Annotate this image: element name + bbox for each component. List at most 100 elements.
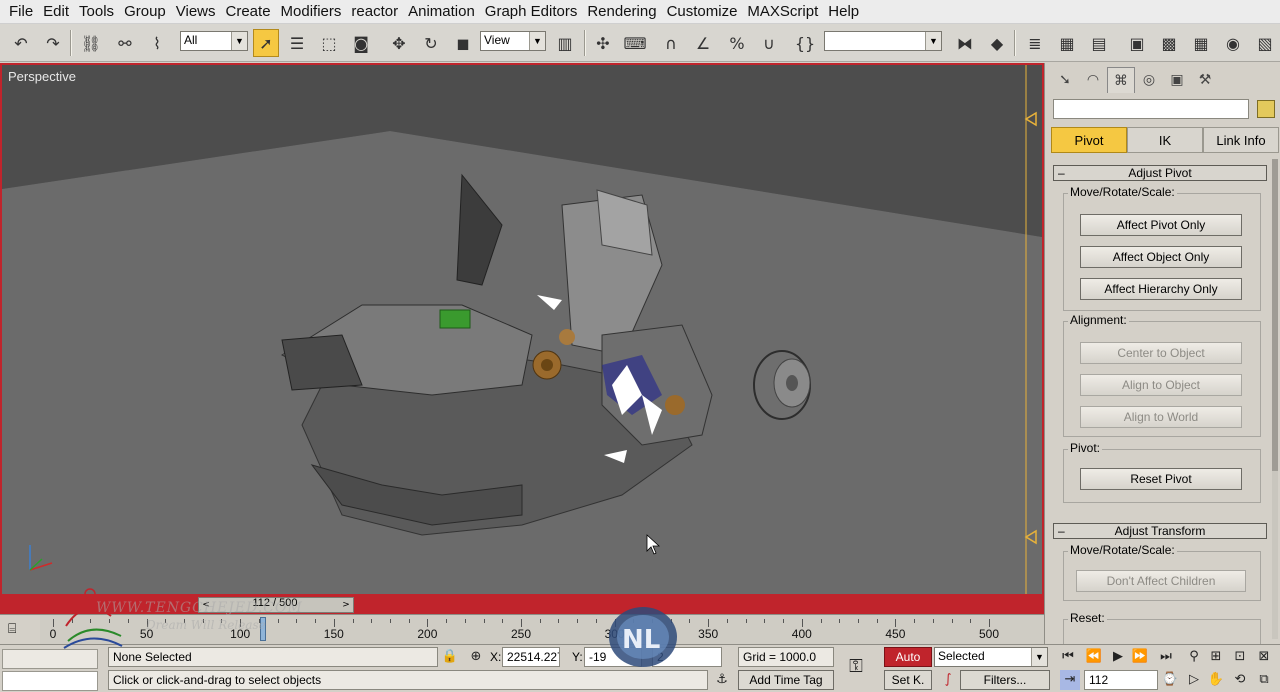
undo-icon[interactable]: ↶ [8, 29, 34, 57]
rect-region-icon[interactable]: ⬚ [316, 29, 342, 57]
zoom-extents-icon[interactable]: ⊡ [1230, 647, 1250, 667]
key-mode-icon[interactable]: ⇥ [1060, 670, 1080, 690]
render-last-icon[interactable]: ▧ [1252, 29, 1278, 57]
orbit-icon[interactable]: ⟲ [1230, 670, 1250, 690]
lock-selection-icon[interactable]: 🔒 [440, 647, 460, 667]
next-frame-icon[interactable]: ⏩ [1130, 647, 1150, 667]
schematic-view-icon[interactable]: ▤ [1086, 29, 1112, 57]
menu-animation[interactable]: Animation [403, 3, 480, 20]
render-setup-icon[interactable]: ▩ [1156, 29, 1182, 57]
affect-object-only-button[interactable]: Affect Object Only [1080, 246, 1242, 268]
adjust-pivot-rollout-header[interactable]: – Adjust Pivot [1053, 165, 1267, 181]
menu-file[interactable]: File [4, 3, 38, 20]
perspective-viewport[interactable]: Perspective [0, 63, 1044, 596]
command-panel-scrollbar[interactable] [1272, 159, 1278, 639]
object-name-input[interactable] [1053, 99, 1249, 119]
align-to-world-button[interactable]: Align to World [1080, 406, 1242, 428]
material-editor-icon[interactable]: ▣ [1124, 29, 1150, 57]
pivot-center-icon[interactable]: ▥ [552, 29, 578, 57]
absolute-mode-icon[interactable]: ⊕ [466, 647, 486, 667]
time-tag-icon[interactable]: ⚓ [712, 670, 732, 690]
zoom-icon[interactable]: ⚲ [1184, 647, 1204, 667]
menu-rendering[interactable]: Rendering [582, 3, 661, 20]
affect-pivot-only-button[interactable]: Affect Pivot Only [1080, 214, 1242, 236]
hierarchy-tab-icon[interactable]: ⌘ [1107, 67, 1135, 93]
rotate-icon[interactable]: ↻ [418, 29, 444, 57]
current-frame-input[interactable]: 112 [1084, 670, 1158, 690]
auto-key-button[interactable]: Auto [884, 647, 932, 667]
reset-pivot-button[interactable]: Reset Pivot [1080, 468, 1242, 490]
window-crossing-icon[interactable]: ◙ [348, 29, 374, 57]
field-of-view-icon[interactable]: ▷ [1184, 670, 1204, 690]
menu-group[interactable]: Group [119, 3, 171, 20]
menu-reactor[interactable]: reactor [346, 3, 403, 20]
angle-snap-icon[interactable]: ∠ [690, 29, 716, 57]
menu-tools[interactable]: Tools [74, 3, 119, 20]
maxscript-mini-input[interactable] [2, 671, 98, 691]
select-object-icon[interactable]: ➚ [253, 29, 279, 57]
dont-affect-children-button[interactable]: Don't Affect Children [1076, 570, 1246, 592]
zoom-extents-all-icon[interactable]: ⊠ [1254, 647, 1274, 667]
move-icon[interactable]: ✥ [386, 29, 412, 57]
set-key-icon[interactable]: ⚿ [846, 657, 866, 677]
named-selection-dropdown[interactable]: ▼ [824, 31, 942, 51]
add-time-tag-button[interactable]: Add Time Tag [738, 670, 834, 690]
align-icon[interactable]: ◆ [984, 29, 1010, 57]
pan-icon[interactable]: ✋ [1206, 670, 1226, 690]
previous-frame-icon[interactable]: ⏪ [1084, 647, 1104, 667]
go-to-end-icon[interactable]: ⏭ [1156, 647, 1176, 667]
x-coordinate-input[interactable]: 22514.227 [502, 647, 560, 667]
align-to-object-button[interactable]: Align to Object [1080, 374, 1242, 396]
set-key-button[interactable]: Set K. [884, 670, 932, 690]
quick-render-icon[interactable]: ◉ [1220, 29, 1246, 57]
key-filters-button[interactable]: Filters... [960, 670, 1050, 690]
center-to-object-button[interactable]: Center to Object [1080, 342, 1242, 364]
motion-tab-icon[interactable]: ◎ [1135, 67, 1163, 93]
bind-space-warp-icon[interactable]: ⌇ [144, 29, 170, 57]
time-config-icon[interactable]: ⌚ [1160, 670, 1180, 690]
menu-create[interactable]: Create [221, 3, 276, 20]
viewport-label[interactable]: Perspective [8, 69, 76, 84]
scale-icon[interactable]: ◼ [450, 29, 476, 57]
edit-named-sel-icon[interactable]: {} [792, 29, 818, 57]
link-icon[interactable]: ⛓ [78, 29, 104, 57]
redo-icon[interactable]: ↷ [40, 29, 66, 57]
spinner-snap-icon[interactable]: ∪ [756, 29, 782, 57]
go-to-start-icon[interactable]: ⏮ [1058, 647, 1078, 667]
ik-mode-button[interactable]: IK [1127, 127, 1203, 153]
play-icon[interactable]: ▶ [1108, 647, 1128, 667]
curve-editor-mini-icon[interactable]: ⌸ [8, 621, 16, 637]
manipulate-icon[interactable]: ✣ [590, 29, 616, 57]
menu-modifiers[interactable]: Modifiers [276, 3, 347, 20]
select-by-name-icon[interactable]: ☰ [284, 29, 310, 57]
unlink-icon[interactable]: ⚯ [112, 29, 138, 57]
render-frame-icon[interactable]: ▦ [1188, 29, 1214, 57]
display-tab-icon[interactable]: ▣ [1163, 67, 1191, 93]
selection-filter-dropdown[interactable]: All ▼ [180, 31, 248, 51]
reference-coord-dropdown[interactable]: View ▼ [480, 31, 546, 51]
menu-help[interactable]: Help [823, 3, 864, 20]
object-color-swatch[interactable] [1257, 100, 1275, 118]
percent-snap-icon[interactable]: % [724, 29, 750, 57]
menu-views[interactable]: Views [171, 3, 221, 20]
adjust-transform-rollout-header[interactable]: – Adjust Transform [1053, 523, 1267, 539]
time-slider-next-button[interactable]: > [340, 598, 352, 612]
menu-graph-editors[interactable]: Graph Editors [480, 3, 583, 20]
keyboard-shortcut-icon[interactable]: ⌨ [622, 29, 648, 57]
snap-icon[interactable]: ∩ [658, 29, 684, 57]
key-filter-dropdown[interactable]: Selected ▼ [934, 647, 1048, 667]
utilities-tab-icon[interactable]: ⚒ [1191, 67, 1219, 93]
key-curve-icon[interactable]: ∫ [938, 670, 958, 690]
link-info-mode-button[interactable]: Link Info [1203, 127, 1279, 153]
curve-editor-icon[interactable]: ▦ [1054, 29, 1080, 57]
modify-tab-icon[interactable]: ◠ [1079, 67, 1107, 93]
mirror-icon[interactable]: ⧓ [952, 29, 978, 57]
maximize-viewport-icon[interactable]: ⧉ [1254, 670, 1274, 690]
scrollbar-thumb[interactable] [1272, 159, 1278, 471]
pivot-mode-button[interactable]: Pivot [1051, 127, 1127, 153]
zoom-all-icon[interactable]: ⊞ [1206, 647, 1226, 667]
menu-customize[interactable]: Customize [662, 3, 743, 20]
menu-edit[interactable]: Edit [38, 3, 74, 20]
affect-hierarchy-only-button[interactable]: Affect Hierarchy Only [1080, 278, 1242, 300]
menu-maxscript[interactable]: MAXScript [742, 3, 823, 20]
